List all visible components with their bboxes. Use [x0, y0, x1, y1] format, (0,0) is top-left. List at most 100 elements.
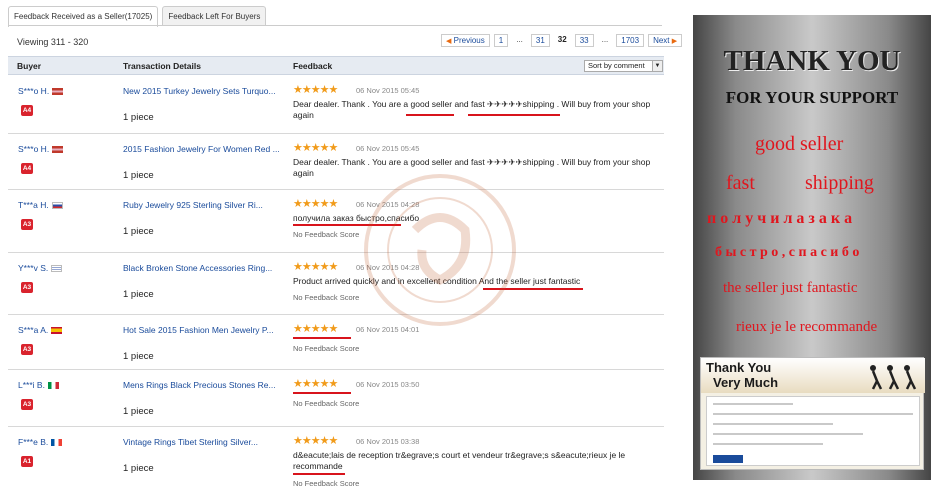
banner-fast: fast [726, 172, 755, 194]
buyer-link[interactable]: Y***v S. [18, 263, 63, 273]
page-link[interactable]: 33 [574, 34, 594, 47]
flag-icon [47, 382, 59, 390]
highlight-underline [293, 473, 345, 475]
flag-icon [51, 265, 63, 273]
quantity: 1 piece [123, 463, 154, 474]
highlight-underline [293, 337, 351, 339]
no-feedback-score: No Feedback Score [293, 293, 360, 302]
buyer-link[interactable]: S***o H. [18, 144, 64, 154]
card-title-1: Thank You [706, 360, 772, 375]
quantity: 1 piece [123, 170, 154, 181]
tab-left-for-buyers[interactable]: Feedback Left For Buyers [162, 6, 267, 26]
product-link[interactable]: Hot Sale 2015 Fashion Men Jewelry P... [123, 325, 274, 335]
table-row: F***e B. A1 Vintage Rings Tibet Sterling… [8, 427, 664, 497]
banner-title: THANK YOU [723, 45, 901, 77]
feedback-text: Dear dealer. Thank . You are a good sell… [293, 99, 651, 120]
flag-icon [51, 202, 63, 210]
banner-shipping: shipping [805, 172, 874, 194]
buyer-link[interactable]: T***a H. [18, 200, 63, 210]
flag-icon [51, 327, 63, 335]
next-label: Next [653, 36, 670, 45]
product-link[interactable]: 2015 Fashion Jewelry For Women Red ... [123, 144, 280, 154]
table-header: Buyer Transaction Details Feedback Sort … [8, 56, 664, 75]
buyer-link[interactable]: L***i B. [18, 380, 59, 390]
chevron-right-icon: ▶ [671, 38, 678, 45]
product-link[interactable]: Ruby Jewelry 925 Sterling Silver Ri... [123, 200, 263, 210]
next-button[interactable]: Next ▶ [648, 34, 683, 47]
buyer-link[interactable]: F***e B. [18, 437, 63, 447]
chevron-left-icon: ◀ [446, 38, 452, 45]
no-feedback-score: No Feedback Score [293, 479, 360, 488]
product-link[interactable]: Vintage Rings Tibet Sterling Silver... [123, 437, 258, 447]
quantity: 1 piece [123, 351, 154, 362]
buyer-level-badge: A4 [21, 163, 33, 174]
page-ellipsis: ... [597, 34, 613, 47]
no-feedback-score: No Feedback Score [293, 230, 360, 239]
thank-you-card: Thank You Very Much [700, 357, 925, 470]
product-link[interactable]: Black Broken Stone Accessories Ring... [123, 263, 272, 273]
page-link[interactable]: 1703 [616, 34, 645, 47]
feedback-panel: Feedback Received as a Seller(17025) Fee… [0, 0, 683, 500]
buyer-level-badge: A3 [21, 282, 33, 293]
buyer-name: L***i B. [18, 380, 45, 390]
buyer-name: T***a H. [18, 200, 49, 210]
buyer-level-badge: A4 [21, 105, 33, 116]
table-row: S***o H. A4 New 2015 Turkey Jewelry Sets… [8, 76, 664, 134]
table-row: T***a H. A3 Ruby Jewelry 925 Sterling Si… [8, 190, 664, 253]
banner-recommande: rieux je le recommande [736, 319, 878, 335]
quantity: 1 piece [123, 112, 154, 123]
tab-divider [8, 25, 662, 26]
rating-stars: ★★★★★ [293, 435, 338, 447]
flag-icon [52, 146, 64, 154]
buyer-name: Y***v S. [18, 263, 49, 273]
table-row: S***a A. A3 Hot Sale 2015 Fashion Men Je… [8, 315, 664, 370]
banner-subtitle: FOR YOUR SUPPORT [725, 88, 899, 107]
feedback-text: d&eacute;lais de reception tr&egrave;s c… [293, 450, 626, 471]
feedback-date: 06 Nov 2015 03:50 [356, 380, 420, 389]
viewing-range: Viewing 311 - 320 [17, 37, 89, 47]
buyer-level-badge: A1 [21, 456, 33, 467]
form-line [713, 423, 833, 425]
buyer-level-badge: A3 [21, 344, 33, 355]
buyer-level-badge: A3 [21, 399, 33, 410]
feedback-date: 06 Nov 2015 03:38 [356, 437, 420, 446]
rating-stars: ★★★★★ [293, 261, 338, 273]
rating-stars: ★★★★★ [293, 84, 338, 96]
form-line [713, 443, 823, 445]
feedback-tabs: Feedback Received as a Seller(17025) Fee… [8, 6, 267, 27]
highlight-underline [293, 392, 351, 394]
banner-good-seller: good seller [755, 133, 844, 155]
page-ellipsis: ... [512, 34, 527, 47]
flag-icon [51, 439, 63, 447]
product-link[interactable]: Mens Rings Black Precious Stones Re... [123, 380, 276, 390]
page-link[interactable]: 1 [493, 34, 509, 47]
buyer-name: S***o H. [18, 144, 50, 154]
column-transaction: Transaction Details [123, 61, 201, 71]
buyer-link[interactable]: S***o H. [18, 86, 64, 96]
sort-select-value: Sort by comment [588, 61, 645, 70]
banner-fantastic: the seller just fantastic [723, 280, 858, 296]
flag-icon [52, 88, 64, 96]
chevron-down-icon: ▼ [652, 61, 662, 71]
rating-stars: ★★★★★ [293, 323, 338, 335]
rating-stars: ★★★★★ [293, 142, 338, 154]
quantity: 1 piece [123, 406, 154, 417]
pagination: ◀ Previous 1 ... 31 32 33 ... 1703 Next … [441, 34, 683, 47]
table-row: Y***v S. A3 Black Broken Stone Accessori… [8, 253, 664, 315]
tab-received-as-seller[interactable]: Feedback Received as a Seller(17025) [8, 6, 159, 27]
rating-stars: ★★★★★ [293, 198, 338, 210]
current-page: 32 [553, 34, 571, 47]
column-buyer: Buyer [17, 61, 42, 71]
product-link[interactable]: New 2015 Turkey Jewelry Sets Turquo... [123, 86, 276, 96]
page-link[interactable]: 31 [530, 34, 550, 47]
sort-select[interactable]: Sort by comment ▼ [584, 60, 663, 72]
highlight-underline [406, 114, 454, 116]
form-line [713, 403, 793, 405]
buyer-name: S***o H. [18, 86, 50, 96]
form-line [713, 413, 913, 415]
company-watermark [364, 174, 516, 326]
previous-button[interactable]: ◀ Previous [441, 34, 490, 47]
buyer-link[interactable]: S***a A. [18, 325, 63, 335]
no-feedback-score: No Feedback Score [293, 344, 360, 353]
thank-you-banner: THANK YOU FOR YOUR SUPPORT good seller f… [693, 15, 931, 480]
